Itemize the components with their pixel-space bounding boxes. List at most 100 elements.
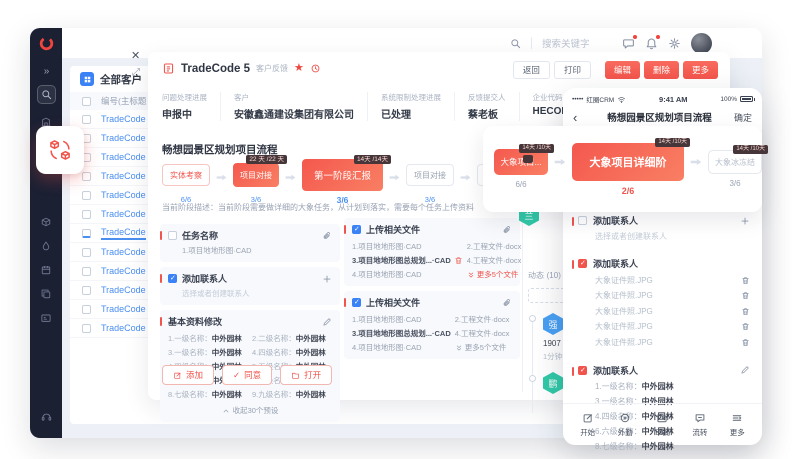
select-all-checkbox[interactable]	[82, 97, 91, 106]
toolbar-field-work[interactable]: 外勤	[618, 412, 633, 438]
flow-stage-current[interactable]: 14天 /14天第一阶段汇报3/6	[302, 158, 383, 205]
collapse-presets-link[interactable]: 收起30个预设	[168, 405, 332, 416]
trash-icon[interactable]	[741, 307, 750, 316]
row-link[interactable]: TradeCode	[101, 304, 146, 314]
row-checkbox[interactable]	[82, 267, 91, 276]
row-checkbox[interactable]	[82, 229, 91, 238]
sidebar-item-product-icon[interactable]	[40, 216, 52, 228]
trash-icon[interactable]	[454, 256, 463, 265]
row-link[interactable]: TradeCode	[101, 152, 146, 162]
expand-icon[interactable]: ⤢	[132, 67, 140, 78]
task-checkbox[interactable]	[578, 366, 587, 375]
plus-icon[interactable]	[740, 216, 750, 226]
flow-stage[interactable]: 22 天 /22 天项目对接3/6	[233, 158, 279, 204]
paperclip-icon[interactable]	[502, 298, 512, 308]
floating-sync-widget[interactable]	[36, 126, 84, 174]
sidebar-item-copy-icon[interactable]	[40, 288, 52, 300]
file-row: 大象证件照.JPG	[578, 275, 750, 286]
delete-button[interactable]: 删除	[644, 61, 679, 79]
row-link[interactable]: TradeCode	[101, 323, 146, 333]
task-checkbox[interactable]	[352, 225, 361, 234]
agree-button[interactable]: ✓同意	[222, 365, 272, 385]
task-checkbox[interactable]	[578, 259, 587, 268]
toolbar-approval[interactable]: 审批	[655, 412, 670, 438]
row-checkbox[interactable]	[82, 115, 91, 124]
back-chevron-icon[interactable]: ‹	[573, 111, 589, 124]
edit-button[interactable]: 编辑	[605, 61, 640, 79]
sidebar-item-card-icon[interactable]	[40, 312, 52, 324]
row-link[interactable]: TradeCode	[101, 266, 146, 276]
paperclip-icon[interactable]	[322, 231, 332, 241]
row-checkbox[interactable]	[82, 172, 91, 181]
trash-icon[interactable]	[741, 322, 750, 331]
trash-icon[interactable]	[741, 338, 750, 347]
collapse-chevrons-icon[interactable]: »	[44, 66, 49, 77]
file-item-selected[interactable]: 3.项目地地形图总规划...·CAD	[352, 328, 451, 339]
messages-icon[interactable]	[622, 37, 635, 50]
compose-icon	[582, 412, 594, 424]
file-item[interactable]: 4.项目地地形图·CAD	[352, 342, 451, 353]
row-checkbox[interactable]	[82, 191, 91, 200]
sidebar-search-icon[interactable]	[37, 85, 56, 104]
trash-icon[interactable]	[741, 276, 750, 285]
more-button[interactable]: 更多	[683, 61, 718, 79]
row-checkbox[interactable]	[82, 248, 91, 257]
user-avatar[interactable]	[691, 33, 712, 54]
file-item-selected[interactable]: 3.项目地地形图总规划...·CAD	[352, 255, 463, 266]
row-checkbox[interactable]	[82, 324, 91, 333]
paperclip-icon[interactable]	[502, 225, 512, 235]
file-item[interactable]: 2.工程文件·docx	[455, 314, 510, 325]
pencil-icon[interactable]	[322, 317, 332, 327]
file-item[interactable]: 4.工程文件·docx	[467, 255, 522, 266]
row-link[interactable]: TradeCode	[101, 227, 146, 240]
file-item[interactable]: 1.项目地地形图·CAD	[352, 314, 451, 325]
row-checkbox[interactable]	[82, 286, 91, 295]
notifications-bell-icon[interactable]	[645, 37, 658, 50]
file-item[interactable]: 4.项目地地形图·CAD	[352, 269, 463, 280]
print-button[interactable]: 打印	[554, 61, 591, 79]
settings-gear-icon[interactable]	[668, 37, 681, 50]
row-link[interactable]: TradeCode	[101, 114, 146, 124]
pencil-icon[interactable]	[740, 365, 750, 375]
task-checkbox[interactable]	[168, 274, 177, 283]
phone-flow-stage[interactable]: 14天 /10天大象项目... 6/6	[494, 149, 548, 189]
flow-stage[interactable]: 实体考察6/6	[162, 158, 210, 204]
more-files-link[interactable]: 更多5个文件	[467, 269, 522, 280]
avatar-hexagon: 强	[543, 313, 563, 335]
search-input[interactable]: 搜索关键字	[542, 36, 612, 50]
favorite-star-icon[interactable]: ★	[294, 63, 304, 74]
phone-flow-stage-current[interactable]: 14天 /10天大象项目详细阶 2/6	[572, 143, 684, 196]
phone-flow-stage[interactable]: 14天 /10天大象冰冻结 3/6	[708, 150, 762, 188]
task-checkbox[interactable]	[578, 216, 587, 225]
reminder-clock-icon[interactable]	[310, 63, 321, 74]
file-item[interactable]: 4.工程文件·docx	[455, 328, 510, 339]
row-link[interactable]: TradeCode	[101, 247, 146, 257]
more-files-link[interactable]: 更多5个文件	[455, 342, 510, 353]
help-headset-icon[interactable]	[40, 410, 53, 423]
row-link[interactable]: TradeCode	[101, 171, 146, 181]
row-checkbox[interactable]	[82, 210, 91, 219]
flow-stage[interactable]: 项目对接3/6	[406, 158, 454, 204]
row-link[interactable]: TradeCode	[101, 190, 146, 200]
close-icon[interactable]: ✕	[131, 49, 140, 62]
task-checkbox[interactable]	[352, 298, 361, 307]
open-button[interactable]: 打开	[280, 365, 332, 385]
row-checkbox[interactable]	[82, 305, 91, 314]
search-icon[interactable]	[510, 38, 521, 49]
toolbar-flow[interactable]: 流转	[692, 412, 707, 438]
file-item[interactable]: 1.项目地地形图·CAD	[352, 241, 463, 252]
sidebar-item-calendar-icon[interactable]	[40, 264, 52, 276]
sidebar-item-drop-icon[interactable]	[40, 240, 52, 252]
task-checkbox[interactable]	[168, 231, 177, 240]
row-link[interactable]: TradeCode	[101, 133, 146, 143]
row-link[interactable]: TradeCode	[101, 285, 146, 295]
confirm-button[interactable]: 确定	[730, 111, 752, 124]
toolbar-more[interactable]: 更多	[730, 412, 745, 438]
toolbar-start[interactable]: 开始	[580, 412, 595, 438]
file-item[interactable]: 2.工程文件·docx	[467, 241, 522, 252]
plus-icon[interactable]	[322, 274, 332, 284]
row-link[interactable]: TradeCode	[101, 209, 146, 219]
add-button[interactable]: 添加	[162, 365, 214, 385]
back-button[interactable]: 返回	[513, 61, 550, 79]
trash-icon[interactable]	[741, 291, 750, 300]
